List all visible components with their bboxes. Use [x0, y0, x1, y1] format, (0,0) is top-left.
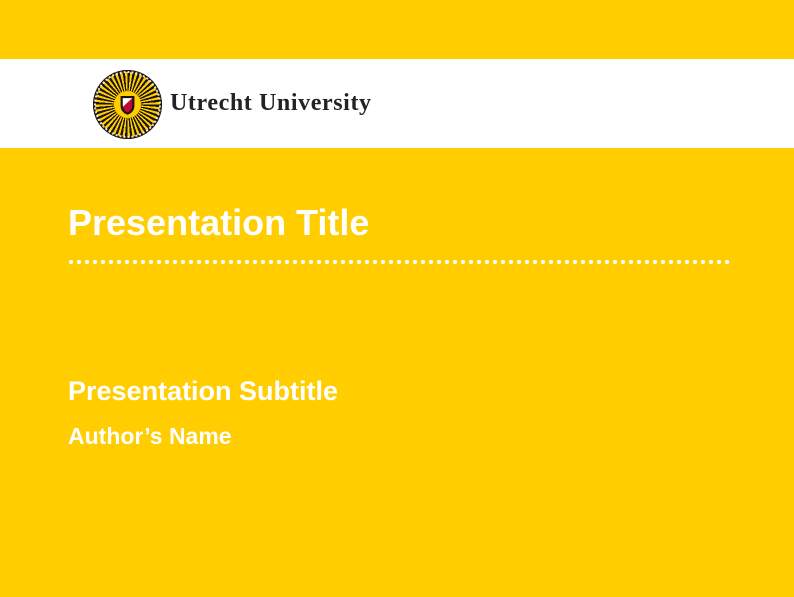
- uu-sun-logo-icon: [93, 70, 162, 139]
- author-name: Author’s Name: [68, 424, 232, 449]
- presentation-title: Presentation Title: [68, 203, 369, 243]
- title-slide: Utrecht University Presentation Title Pr…: [0, 0, 794, 597]
- logo-center: [114, 91, 141, 118]
- dotted-divider: [67, 259, 731, 265]
- uu-shield-icon: [120, 95, 135, 115]
- header-band: Utrecht University: [0, 59, 794, 148]
- presentation-subtitle: Presentation Subtitle: [68, 377, 338, 407]
- university-wordmark: Utrecht University: [170, 59, 372, 148]
